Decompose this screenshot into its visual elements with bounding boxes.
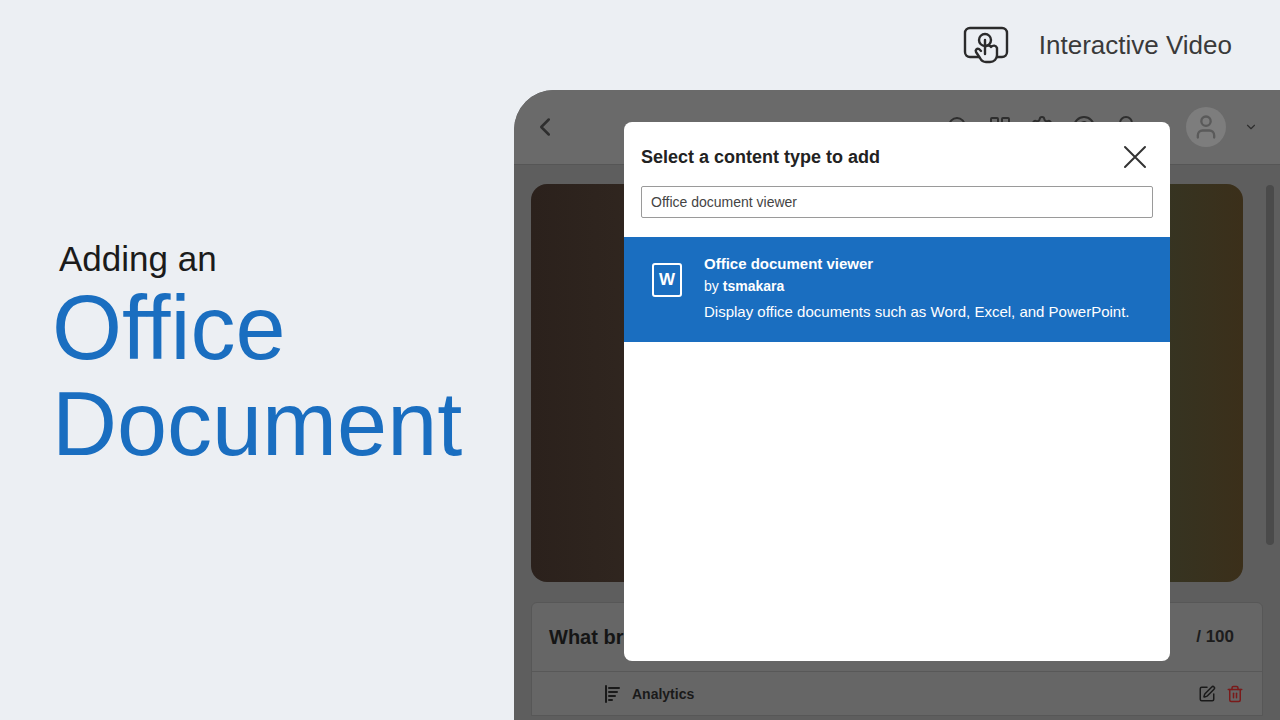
banner-title-line: Office (52, 280, 514, 376)
analytics-icon (604, 685, 622, 703)
result-description: Display office documents such as Word, E… (704, 300, 1130, 324)
banner: Adding anOfficeDocument (0, 0, 514, 720)
document-icon: W (652, 263, 682, 297)
question-title[interactable]: What bro (549, 626, 636, 649)
badge: Interactive Video (514, 0, 1280, 90)
avatar[interactable] (1186, 107, 1226, 147)
user-icon (1192, 113, 1220, 141)
search-field[interactable] (641, 186, 1153, 218)
question-points: / 100 (1196, 627, 1234, 647)
result-title: Office document viewer (704, 255, 1130, 272)
trash-icon[interactable] (1226, 685, 1244, 703)
result-list: W Office document viewer bytsmakara Display… (624, 237, 1170, 342)
scrollbar[interactable] (1266, 185, 1274, 545)
dialog-title: Select a content type to add (641, 147, 880, 168)
interactive-video-icon (963, 25, 1011, 65)
video-thumbnail: Adding anOfficeDocument Interactive Video… (0, 0, 1280, 720)
result-author: bytsmakara (704, 278, 1130, 294)
chevron-down-icon[interactable] (1244, 120, 1258, 134)
result-item[interactable]: W Office document viewer bytsmakara Display… (624, 237, 1170, 342)
badge-label: Interactive Video (1039, 30, 1232, 61)
app-screenshot: What bro / 100 Analytics Select a content t… (514, 90, 1280, 720)
close-button[interactable] (1120, 142, 1150, 172)
banner-kicker: Adding an (52, 238, 514, 280)
analytics-link[interactable]: Analytics (604, 685, 694, 703)
edit-icon[interactable] (1198, 685, 1216, 703)
banner-title-line: Document (52, 376, 514, 472)
close-icon (1123, 145, 1147, 169)
back-icon[interactable] (530, 112, 560, 142)
content-type-dialog: Select a content type to add W Office docu… (624, 122, 1170, 661)
